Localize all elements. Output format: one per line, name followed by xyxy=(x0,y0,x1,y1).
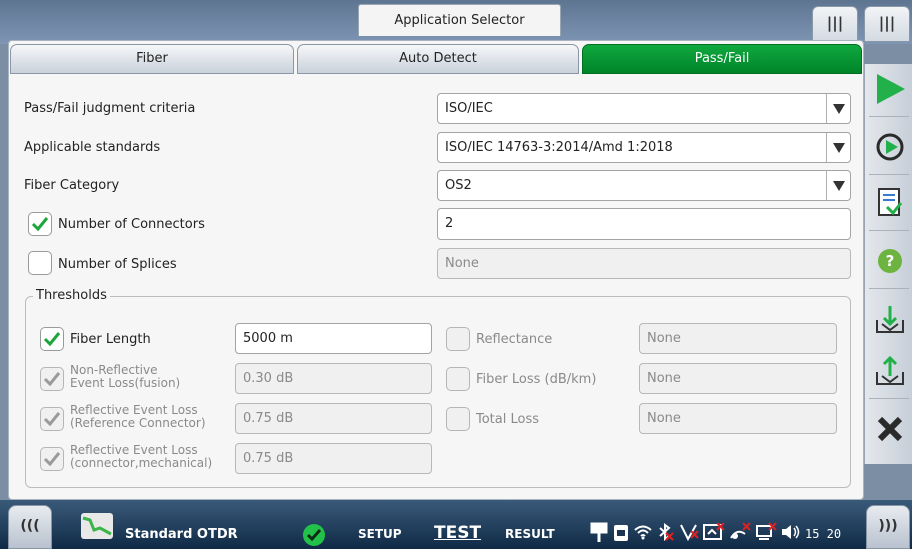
realtime-icon[interactable] xyxy=(873,130,907,164)
help-icon[interactable]: ? xyxy=(873,244,907,278)
settings-menu-tab[interactable]: ||| xyxy=(864,6,910,42)
standards-dropdown[interactable]: ISO/IEC 14763-3:2014/Amd 1:2018 xyxy=(437,132,851,163)
reflectance-checkbox[interactable] xyxy=(446,327,470,351)
category-value: OS2 xyxy=(445,178,472,193)
panel-menu-tab[interactable]: ||| xyxy=(812,6,858,42)
load-icon[interactable] xyxy=(873,302,907,336)
nonreflective-input[interactable]: 0.30 dB xyxy=(235,363,432,394)
connectors-label: Number of Connectors xyxy=(58,217,205,232)
nonreflective-label-line2: Event Loss(fusion) xyxy=(70,376,181,390)
fiber-loss-input[interactable]: None xyxy=(639,363,837,394)
criteria-value: ISO/IEC xyxy=(445,101,493,116)
reflectance-label: Reflectance xyxy=(476,332,553,347)
reflective-reference-input[interactable]: 0.75 dB xyxy=(235,403,432,434)
fiber-length-checkbox[interactable] xyxy=(40,327,64,351)
result-button[interactable]: RESULT xyxy=(505,527,555,541)
fiber-length-label: Fiber Length xyxy=(70,332,151,347)
reflective-reference-label-line2: (Reference Connector) xyxy=(70,416,206,430)
thresholds-title: Thresholds xyxy=(33,288,110,303)
volume-icon xyxy=(781,524,801,540)
reflective-connector-checkbox[interactable] xyxy=(40,447,64,471)
connectors-checkbox[interactable] xyxy=(28,212,52,236)
splices-checkbox[interactable] xyxy=(28,251,52,275)
otdr-app-icon xyxy=(80,512,114,540)
tab-fiber[interactable]: Fiber xyxy=(10,44,294,74)
standards-value: ISO/IEC 14763-3:2014/Amd 1:2018 xyxy=(445,140,673,155)
category-label: Fiber Category xyxy=(24,178,120,193)
action-sidebar: ? xyxy=(864,64,912,464)
power-plug-icon xyxy=(589,522,609,544)
check-icon xyxy=(31,217,49,232)
right-drawer-tab[interactable]: ))) xyxy=(866,505,910,549)
bluetooth-icon xyxy=(656,523,674,541)
display-icon xyxy=(703,522,725,542)
splices-input[interactable]: None xyxy=(437,248,851,279)
connectors-input[interactable]: 2 xyxy=(437,208,851,240)
fiber-loss-label: Fiber Loss (dB/km) xyxy=(476,372,597,387)
standards-label: Applicable standards xyxy=(24,140,161,155)
mode-label: Standard OTDR xyxy=(125,527,238,542)
reflective-connector-label-line2: (connector,mechanical) xyxy=(70,456,213,470)
clock: 15 20 xyxy=(805,527,842,541)
fiber-loss-checkbox[interactable] xyxy=(446,367,470,391)
svg-text:?: ? xyxy=(886,252,895,270)
network-icon xyxy=(679,523,699,541)
total-loss-checkbox[interactable] xyxy=(446,407,470,431)
fiber-length-input[interactable]: 5000 m xyxy=(235,323,432,354)
reflective-connector-input[interactable]: 0.75 dB xyxy=(235,443,432,474)
check-icon xyxy=(43,332,61,347)
reflectance-input[interactable]: None xyxy=(639,323,837,354)
check-icon xyxy=(43,372,61,387)
total-loss-label: Total Loss xyxy=(476,412,540,427)
total-loss-input[interactable]: None xyxy=(639,403,837,434)
criteria-label: Pass/Fail judgment criteria xyxy=(24,101,196,116)
wifi-icon xyxy=(634,524,652,540)
check-icon xyxy=(43,412,61,427)
chevron-down-icon xyxy=(826,171,850,200)
chevron-down-icon xyxy=(826,94,850,123)
start-icon[interactable] xyxy=(873,72,907,106)
category-dropdown[interactable]: OS2 xyxy=(437,170,851,201)
window-title: Application Selector xyxy=(358,4,561,36)
sd-card-icon xyxy=(613,524,629,542)
tab-pass-fail[interactable]: Pass/Fail xyxy=(582,44,862,74)
tab-auto-detect[interactable]: Auto Detect xyxy=(297,44,579,74)
computer-icon xyxy=(755,522,777,542)
reflective-reference-checkbox[interactable] xyxy=(40,407,64,431)
test-button[interactable]: TEST xyxy=(434,523,481,543)
splices-label: Number of Splices xyxy=(58,257,177,272)
nonreflective-checkbox[interactable] xyxy=(40,367,64,391)
save-icon[interactable] xyxy=(873,354,907,388)
criteria-dropdown[interactable]: ISO/IEC xyxy=(437,93,851,124)
chevron-down-icon xyxy=(826,133,850,162)
check-circle-icon xyxy=(302,523,326,547)
satellite-icon xyxy=(729,522,751,542)
setup-button[interactable]: SETUP xyxy=(358,527,402,541)
close-icon[interactable] xyxy=(873,412,907,446)
report-icon[interactable] xyxy=(873,186,907,220)
check-icon xyxy=(43,452,61,467)
left-drawer-tab[interactable]: ((( xyxy=(8,505,52,549)
